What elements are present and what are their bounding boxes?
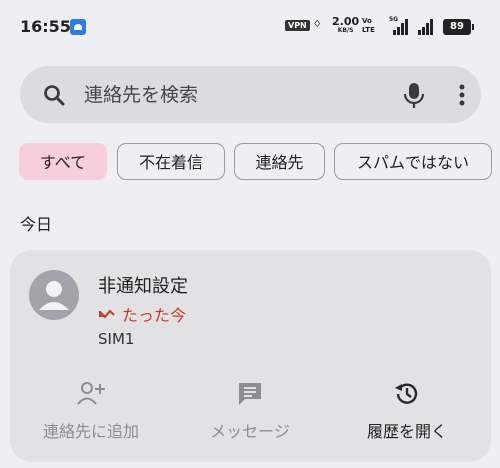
message-icon xyxy=(175,380,325,410)
call-time: たった今 xyxy=(122,306,187,325)
status-bar: 16:55 VPN ᛜ 2.00 KB/S Vo LTE 5G 89 xyxy=(0,0,500,56)
filter-chip-all[interactable]: すべて xyxy=(19,143,107,180)
signal-icon-1 xyxy=(393,19,413,35)
call-log-card[interactable]: 非通知設定 たった今 SIM1 連絡先に追加 メッセージ 履歴を開く xyxy=(10,250,491,462)
call-status: たった今 xyxy=(98,302,186,326)
add-contact-label: 連絡先に追加 xyxy=(42,422,139,441)
missed-call-icon xyxy=(98,306,116,325)
signal-icon-2 xyxy=(418,19,438,35)
add-person-icon xyxy=(16,380,166,410)
caller-name: 非通知設定 xyxy=(98,276,188,297)
network-speed-value: 2.00 xyxy=(332,15,360,28)
filter-chip-not-spam[interactable]: スパムではない xyxy=(334,143,492,180)
mic-icon[interactable] xyxy=(401,81,427,113)
open-history-label: 履歴を開く xyxy=(366,422,447,441)
search-icon xyxy=(42,83,66,111)
message-button[interactable]: メッセージ xyxy=(175,380,325,442)
open-history-button[interactable]: 履歴を開く xyxy=(332,380,482,442)
section-header-today: 今日 xyxy=(20,215,53,234)
search-input[interactable] xyxy=(82,80,366,110)
filter-chip-missed[interactable]: 不在着信 xyxy=(117,143,225,180)
add-contact-button[interactable]: 連絡先に追加 xyxy=(16,380,166,442)
bluetooth-icon: ᛜ xyxy=(313,17,322,33)
volte-top: Vo xyxy=(362,17,372,25)
status-time: 16:55 xyxy=(20,17,71,36)
network-speed: 2.00 KB/S xyxy=(332,15,360,35)
message-label: メッセージ xyxy=(210,422,290,441)
more-options-icon[interactable] xyxy=(458,83,466,111)
history-icon xyxy=(332,380,482,410)
volte-bottom: LTE xyxy=(362,26,375,34)
filter-chip-contacts[interactable]: 連絡先 xyxy=(234,143,325,180)
android-notification-icon xyxy=(70,19,86,35)
volte-icon: Vo LTE xyxy=(362,17,375,35)
search-bar[interactable] xyxy=(20,66,481,123)
avatar xyxy=(29,270,79,320)
sim-label: SIM1 xyxy=(98,330,135,348)
battery-icon: 89 xyxy=(443,19,474,35)
vpn-icon: VPN xyxy=(285,20,310,31)
